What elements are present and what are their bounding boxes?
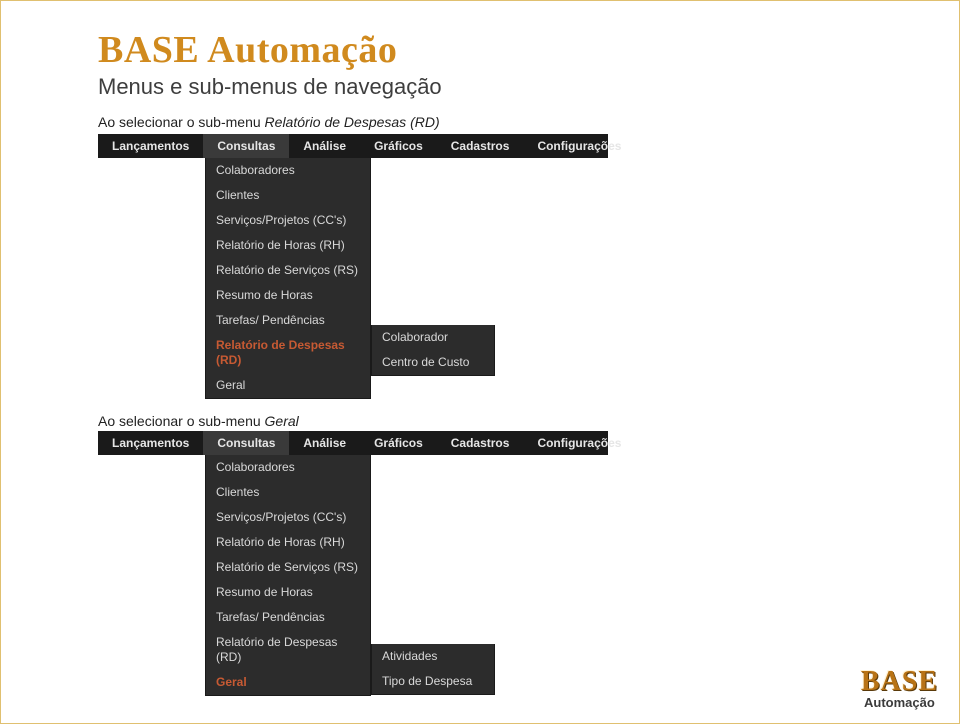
flyout-colaborador[interactable]: Colaborador bbox=[372, 325, 494, 350]
menubar-1: Lançamentos Consultas Análise Gráficos C… bbox=[98, 134, 608, 158]
menu-lancamentos[interactable]: Lançamentos bbox=[98, 134, 203, 158]
menu-consultas[interactable]: Consultas bbox=[203, 134, 289, 158]
menu-configuracoes[interactable]: Configurações bbox=[523, 134, 635, 158]
logo-bottom: Automação bbox=[861, 695, 938, 710]
menu-consultas-2[interactable]: Consultas bbox=[203, 431, 289, 455]
caption-2: Ao selecionar o sub-menu Geral bbox=[98, 413, 900, 429]
submenu-tarefas-pendencias[interactable]: Tarefas/ Pendências bbox=[206, 308, 370, 333]
screenshot-2: Lançamentos Consultas Análise Gráficos C… bbox=[98, 431, 608, 696]
caption-2-italic: Geral bbox=[265, 413, 299, 429]
submenu-resumo-horas-2[interactable]: Resumo de Horas bbox=[206, 580, 370, 605]
menu-graficos-2[interactable]: Gráficos bbox=[360, 431, 437, 455]
submenu-servicos-projetos[interactable]: Serviços/Projetos (CC's) bbox=[206, 208, 370, 233]
submenu-clientes[interactable]: Clientes bbox=[206, 183, 370, 208]
menu-cadastros-2[interactable]: Cadastros bbox=[437, 431, 524, 455]
menu-lancamentos-2[interactable]: Lançamentos bbox=[98, 431, 203, 455]
footer-logo: BASE Automação bbox=[861, 668, 938, 710]
menu-configuracoes-2[interactable]: Configurações bbox=[523, 431, 635, 455]
submenu-tarefas-pendencias-2[interactable]: Tarefas/ Pendências bbox=[206, 605, 370, 630]
submenu-colaboradores[interactable]: Colaboradores bbox=[206, 158, 370, 183]
submenu-relatorio-despesas-2[interactable]: Relatório de Despesas (RD) bbox=[206, 630, 370, 670]
submenu-relatorio-despesas[interactable]: Relatório de Despesas (RD) bbox=[206, 333, 370, 373]
flyout-centro-custo[interactable]: Centro de Custo bbox=[372, 350, 494, 375]
submenu-relatorio-servicos-2[interactable]: Relatório de Serviços (RS) bbox=[206, 555, 370, 580]
caption-2-prefix: Ao selecionar o sub-menu bbox=[98, 413, 265, 429]
dropdown-consultas-2: Colaboradores Clientes Serviços/Projetos… bbox=[205, 455, 371, 696]
page-subtitle: Menus e sub-menus de navegação bbox=[98, 74, 900, 100]
caption-1-prefix: Ao selecionar o sub-menu bbox=[98, 114, 265, 130]
submenu-servicos-projetos-2[interactable]: Serviços/Projetos (CC's) bbox=[206, 505, 370, 530]
submenu-relatorio-horas-2[interactable]: Relatório de Horas (RH) bbox=[206, 530, 370, 555]
flyout-geral: Atividades Tipo de Despesa bbox=[371, 644, 495, 695]
menu-cadastros[interactable]: Cadastros bbox=[437, 134, 524, 158]
flyout-tipo-despesa[interactable]: Tipo de Despesa bbox=[372, 669, 494, 694]
dropdown-consultas-1: Colaboradores Clientes Serviços/Projetos… bbox=[205, 158, 371, 399]
flyout-atividades[interactable]: Atividades bbox=[372, 644, 494, 669]
page-title: BASE Automação bbox=[98, 28, 900, 72]
caption-1: Ao selecionar o sub-menu Relatório de De… bbox=[98, 114, 900, 130]
submenu-resumo-horas[interactable]: Resumo de Horas bbox=[206, 283, 370, 308]
submenu-geral-2[interactable]: Geral bbox=[206, 670, 370, 695]
caption-1-italic: Relatório de Despesas (RD) bbox=[265, 114, 440, 130]
menu-analise-2[interactable]: Análise bbox=[289, 431, 360, 455]
menu-graficos[interactable]: Gráficos bbox=[360, 134, 437, 158]
submenu-colaboradores-2[interactable]: Colaboradores bbox=[206, 455, 370, 480]
submenu-relatorio-servicos[interactable]: Relatório de Serviços (RS) bbox=[206, 258, 370, 283]
menu-analise[interactable]: Análise bbox=[289, 134, 360, 158]
submenu-geral[interactable]: Geral bbox=[206, 373, 370, 398]
menubar-2: Lançamentos Consultas Análise Gráficos C… bbox=[98, 431, 608, 455]
submenu-clientes-2[interactable]: Clientes bbox=[206, 480, 370, 505]
screenshot-1: Lançamentos Consultas Análise Gráficos C… bbox=[98, 134, 608, 399]
logo-top: BASE bbox=[861, 668, 938, 696]
slide-content: BASE Automação Menus e sub-menus de nave… bbox=[0, 0, 960, 696]
submenu-relatorio-horas[interactable]: Relatório de Horas (RH) bbox=[206, 233, 370, 258]
flyout-rd: Colaborador Centro de Custo bbox=[371, 325, 495, 376]
